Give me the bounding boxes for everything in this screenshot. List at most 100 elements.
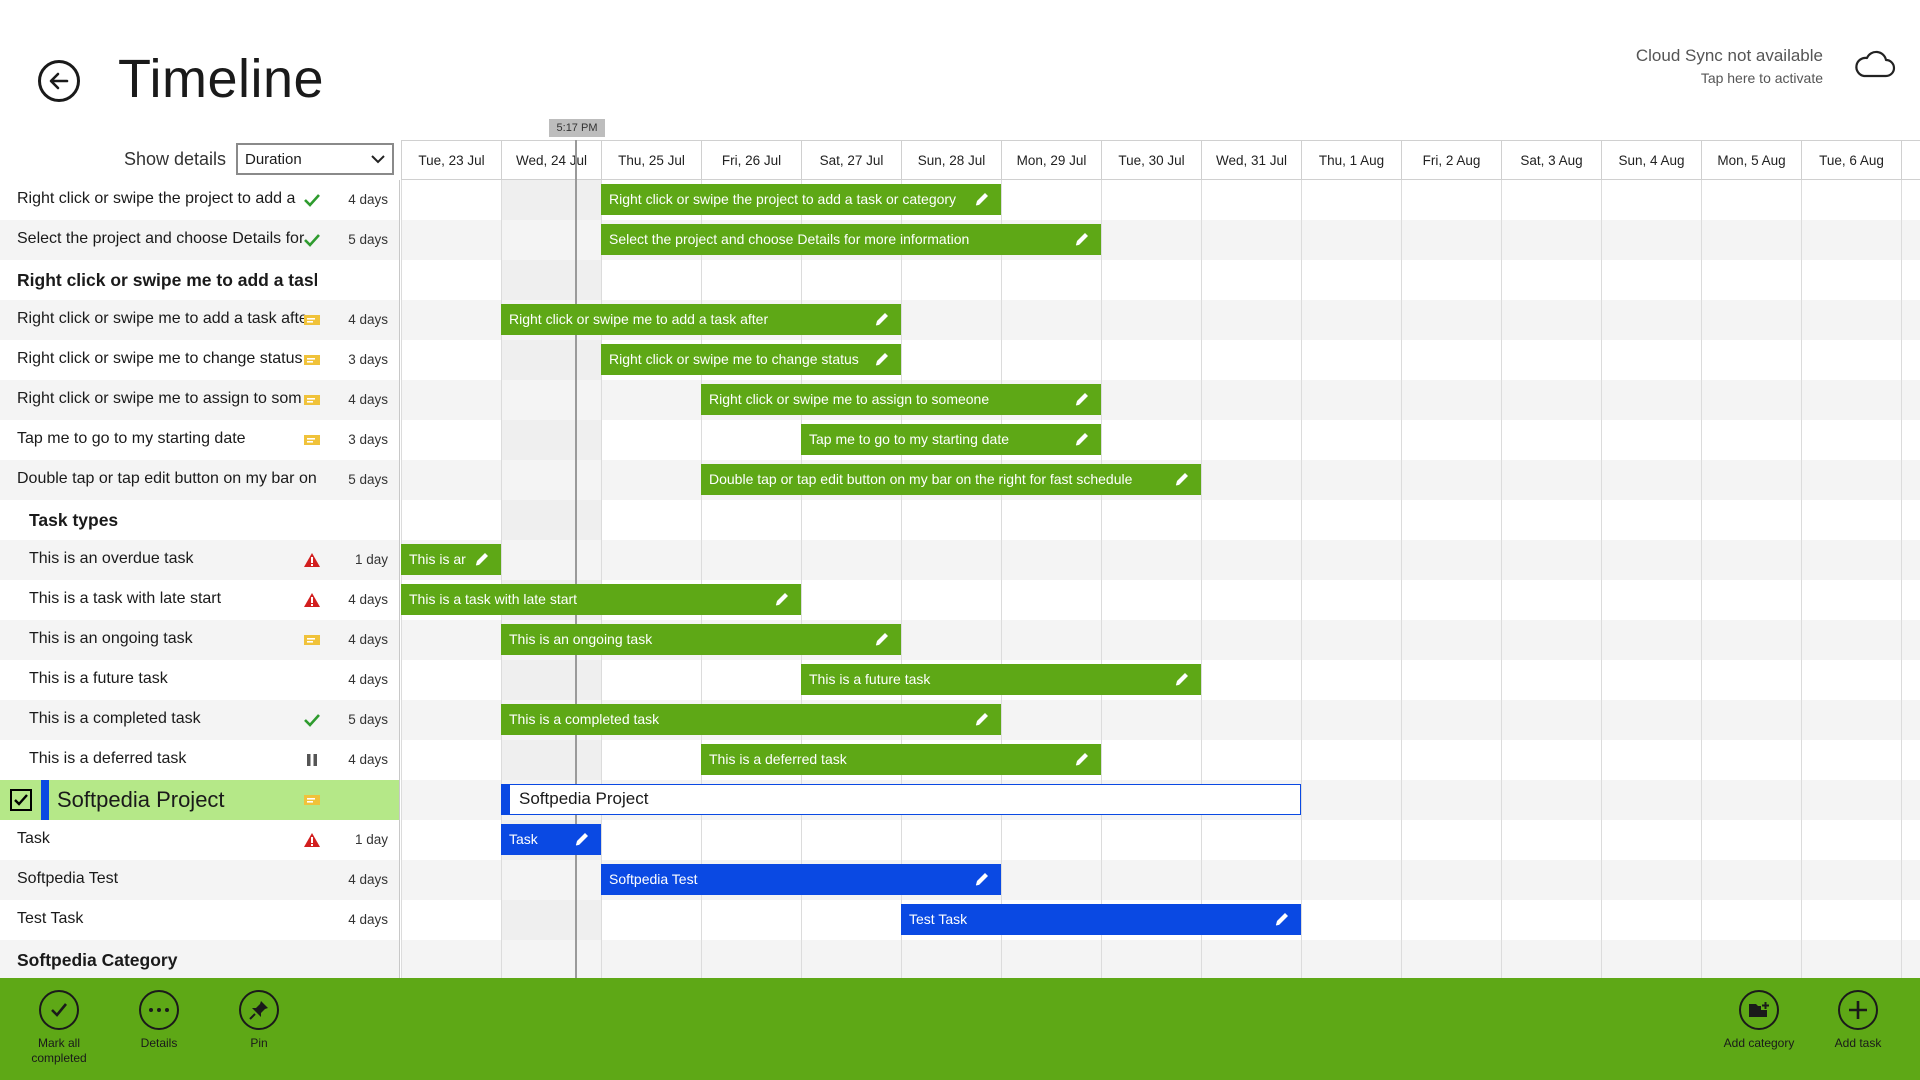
edit-pencil-icon[interactable]	[773, 590, 791, 608]
paused-icon	[307, 754, 317, 766]
edit-pencil-icon[interactable]	[873, 310, 891, 328]
show-details-label: Show details	[124, 149, 227, 169]
timeline-row	[401, 740, 1920, 780]
row-name: This is a deferred task	[29, 750, 187, 767]
task-bar[interactable]: This is a completed task	[501, 704, 1001, 735]
arrow-left-icon	[49, 72, 69, 90]
project-checkbox[interactable]	[10, 789, 32, 811]
day-gridline	[1701, 180, 1702, 978]
task-bar[interactable]: This is a task with late start	[401, 584, 801, 615]
task-bar[interactable]: Softpedia Test	[601, 864, 1001, 895]
edit-pencil-icon[interactable]	[1073, 750, 1091, 768]
completed-check-icon	[304, 194, 320, 207]
edit-pencil-icon[interactable]	[573, 830, 591, 848]
task-row[interactable]: This is a task with late start 4 days	[0, 580, 399, 620]
row-name: Task types	[29, 510, 119, 530]
task-bar[interactable]: Right click or swipe me to add a task af…	[501, 304, 901, 335]
task-row[interactable]: Tap me to go to my starting date 3 days	[0, 420, 399, 460]
edit-pencil-icon[interactable]	[1073, 230, 1091, 248]
task-row[interactable]: Right click or swipe the project to add …	[0, 180, 399, 220]
category-row[interactable]: Task types	[0, 500, 399, 540]
task-row[interactable]: Right click or swipe me to add a task af…	[0, 300, 399, 340]
task-row[interactable]: This is a deferred task 4 days	[0, 740, 399, 780]
date-column-header: Fri, 2 Aug	[1401, 140, 1501, 180]
task-bar[interactable]: Double tap or tap edit button on my bar …	[701, 464, 1201, 495]
task-list: Right click or swipe the project to add …	[0, 180, 400, 978]
ongoing-status-icon	[304, 635, 320, 645]
add-category-button[interactable]: Add category	[1709, 990, 1809, 1051]
edit-pencil-icon[interactable]	[1173, 670, 1191, 688]
row-name: Right click or swipe me to assign to som	[17, 390, 302, 407]
details-button[interactable]: Details	[109, 990, 209, 1051]
sync-status-text: Cloud Sync not available	[1635, 46, 1823, 65]
edit-pencil-icon[interactable]	[973, 870, 991, 888]
task-row[interactable]: Right click or swipe me to assign to som…	[0, 380, 399, 420]
edit-pencil-icon[interactable]	[1073, 390, 1091, 408]
task-bar[interactable]: Test Task	[901, 904, 1301, 935]
row-duration: 5 days	[348, 472, 388, 487]
task-bar[interactable]: Right click or swipe me to assign to som…	[701, 384, 1101, 415]
task-row[interactable]: This is a completed task 5 days	[0, 700, 399, 740]
task-bar[interactable]: This is a deferred task	[701, 744, 1101, 775]
row-duration: 4 days	[348, 672, 388, 687]
date-column-header: W	[1901, 140, 1920, 180]
project-row[interactable]: Softpedia Project	[0, 780, 399, 820]
row-duration: 4 days	[348, 312, 388, 327]
task-row[interactable]: This is an ongoing task 4 days	[0, 620, 399, 660]
cloud-icon[interactable]	[1852, 48, 1896, 82]
task-bar[interactable]: Task	[501, 824, 601, 855]
add-task-button[interactable]: Add task	[1808, 990, 1908, 1051]
check-icon	[51, 1003, 68, 1017]
back-button[interactable]	[38, 60, 80, 102]
edit-pencil-icon[interactable]	[1173, 470, 1191, 488]
cloud-sync-status[interactable]: Cloud Sync not available Tap here to act…	[1636, 46, 1823, 86]
row-name: Tap me to go to my starting date	[17, 430, 246, 447]
mark-all-completed-button[interactable]: Mark all completed	[9, 990, 109, 1066]
day-gridline	[701, 180, 702, 978]
edit-pencil-icon[interactable]	[973, 710, 991, 728]
task-row[interactable]: This is a future task 4 days	[0, 660, 399, 700]
details-select[interactable]: Duration	[236, 143, 394, 175]
row-name: Right click or swipe me to change status	[17, 350, 303, 367]
task-row[interactable]: This is an overdue task 1 day	[0, 540, 399, 580]
task-bar-label: This is a deferred task	[709, 751, 847, 767]
task-bar-label: Right click or swipe me to change status	[609, 351, 859, 367]
task-bar[interactable]: Select the project and choose Details fo…	[601, 224, 1101, 255]
task-row[interactable]: Double tap or tap edit button on my bar …	[0, 460, 399, 500]
edit-pencil-icon[interactable]	[1273, 910, 1291, 928]
edit-pencil-icon[interactable]	[873, 350, 891, 368]
day-gridline	[601, 180, 602, 978]
day-gridline	[1001, 180, 1002, 978]
task-bar-label: This is an ongoing task	[509, 631, 653, 647]
task-bar[interactable]: Tap me to go to my starting date	[801, 424, 1101, 455]
gantt-timeline[interactable]: Tue, 23 Jul Wed, 24 Jul Thu, 25 Jul Fri, 26…	[401, 140, 1920, 978]
task-bar[interactable]: This is ar	[401, 544, 501, 575]
task-row[interactable]: Task 1 day	[0, 820, 399, 860]
edit-pencil-icon[interactable]	[1073, 430, 1091, 448]
row-duration: 4 days	[348, 592, 388, 607]
project-bar[interactable]: Softpedia Project	[501, 784, 1301, 815]
pin-button[interactable]: Pin	[209, 990, 309, 1051]
task-bar[interactable]: This is an ongoing task	[501, 624, 901, 655]
task-bar[interactable]: Right click or swipe the project to add …	[601, 184, 1001, 215]
edit-pencil-icon[interactable]	[873, 630, 891, 648]
task-row[interactable]: Softpedia Test 4 days	[0, 860, 399, 900]
task-row[interactable]: Select the project and choose Details fo…	[0, 220, 399, 260]
pin-icon	[249, 1001, 268, 1020]
timeline-row	[401, 540, 1920, 580]
completed-check-icon	[304, 234, 320, 247]
date-column-header: Mon, 5 Aug	[1701, 140, 1801, 180]
task-bar-label: Softpedia Test	[609, 871, 698, 887]
warning-icon	[304, 593, 320, 607]
date-column-header: Wed, 31 Jul	[1201, 140, 1301, 180]
edit-pencil-icon[interactable]	[973, 190, 991, 208]
task-row[interactable]: Test Task 4 days	[0, 900, 399, 940]
edit-pencil-icon[interactable]	[473, 550, 491, 568]
task-row[interactable]: Right click or swipe me to change status…	[0, 340, 399, 380]
task-bar-label: This is a future task	[809, 671, 931, 687]
task-bar[interactable]: Right click or swipe me to change status	[601, 344, 901, 375]
category-row[interactable]: Right click or swipe me to add a task	[0, 260, 399, 300]
category-row[interactable]: Softpedia Category	[0, 940, 399, 978]
task-bar[interactable]: This is a future task	[801, 664, 1201, 695]
row-name: Select the project and choose Details fo…	[17, 230, 305, 247]
